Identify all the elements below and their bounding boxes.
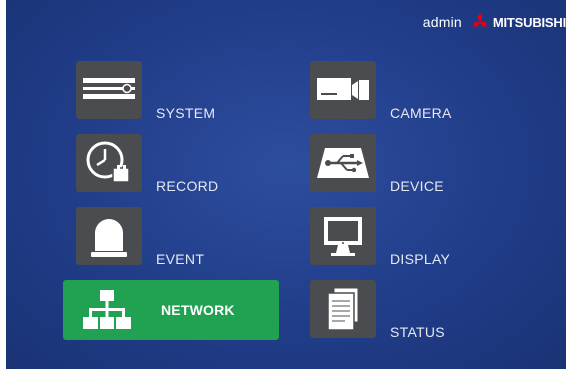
three-diamonds-logo-icon — [472, 13, 488, 27]
main-menu-screen: admin MITSUBISHI SYSTEM RECORD EVENT NET… — [6, 0, 566, 369]
menu-label-display: DISPLAY — [390, 251, 451, 267]
menu-label-record: RECORD — [156, 178, 219, 194]
status-tile — [310, 280, 376, 338]
display-tile — [310, 207, 376, 265]
menu-system[interactable]: SYSTEM — [76, 61, 216, 121]
menu-network[interactable]: NETWORK — [63, 280, 279, 340]
menu-camera[interactable]: CAMERA — [310, 61, 460, 121]
network-icon — [83, 290, 131, 329]
system-tile — [76, 61, 142, 119]
record-tile — [76, 134, 142, 192]
menu-display[interactable]: DISPLAY — [310, 207, 460, 267]
recorder-icon — [83, 78, 135, 99]
user-label: admin — [422, 14, 462, 30]
camera-icon — [317, 78, 369, 100]
menu-label-device: DEVICE — [390, 178, 444, 194]
menu-label-system: SYSTEM — [156, 105, 216, 121]
event-tile — [76, 207, 142, 265]
header-bar: admin MITSUBISHI — [423, 0, 566, 44]
menu-event[interactable]: EVENT — [76, 207, 216, 267]
menu-device[interactable]: DEVICE — [310, 134, 460, 194]
monitor-icon — [324, 217, 362, 256]
camera-tile — [310, 61, 376, 119]
menu-label-network: NETWORK — [161, 302, 235, 318]
clock-schedule-icon — [86, 141, 130, 183]
document-icon — [327, 287, 359, 331]
dome-alarm-icon — [91, 219, 127, 257]
menu-label-event: EVENT — [156, 251, 205, 267]
menu-label-status: STATUS — [390, 324, 445, 340]
device-tile — [310, 134, 376, 192]
menu-label-camera: CAMERA — [390, 105, 452, 121]
brand-name: MITSUBISHI — [492, 14, 566, 30]
menu-status[interactable]: STATUS — [310, 280, 460, 340]
menu-record[interactable]: RECORD — [76, 134, 219, 194]
usb-device-icon — [317, 148, 369, 178]
brand: MITSUBISHI — [470, 13, 566, 31]
